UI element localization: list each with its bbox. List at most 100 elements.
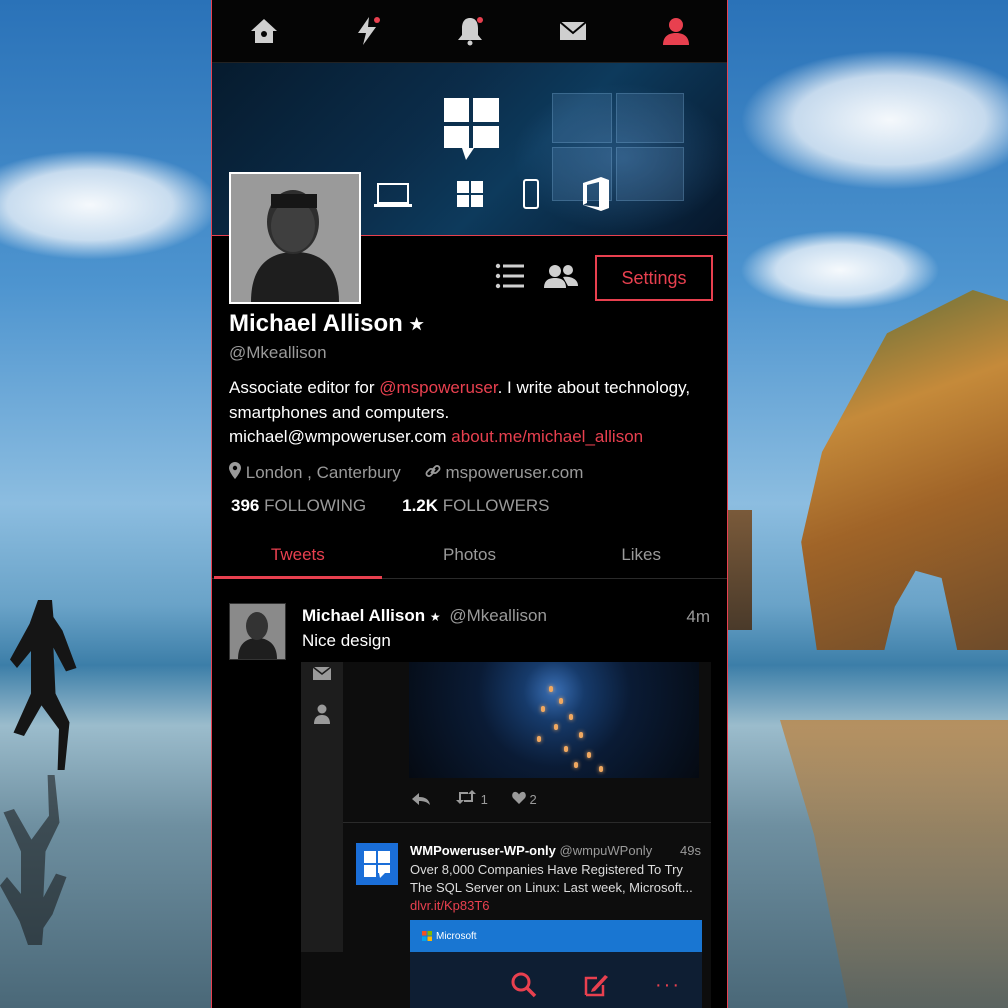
like-count: 2: [529, 791, 537, 807]
tweet-text: Nice design: [302, 631, 391, 650]
link-icon: [425, 464, 441, 477]
profile-bio: Associate editor for @mspoweruser. I wri…: [229, 376, 699, 450]
inner-tweet-link: dlvr.it/Kp83T6: [410, 898, 490, 913]
retweet-action: 1: [455, 790, 488, 807]
tweet-avatar[interactable]: [229, 603, 286, 660]
banner-window-pane: [616, 147, 684, 201]
lantern: [564, 746, 568, 752]
avatar-photo: [231, 174, 359, 302]
rock-reflection: [780, 720, 1008, 1008]
followers-count: 1.2K: [402, 496, 439, 515]
bio-email: michael@wmpoweruser.com: [229, 427, 447, 446]
cloud: [0, 150, 220, 260]
tweet-author-handle: @Mkeallison: [449, 606, 547, 625]
retweet-icon: [456, 790, 476, 804]
profile-meta: London , Canterbury mspoweruser.com: [229, 462, 583, 483]
retweet-count: 1: [480, 792, 488, 807]
followers-label: FOLLOWERS: [442, 496, 550, 515]
laptop-icon: [374, 183, 412, 207]
location-text: London , Canterbury: [245, 463, 401, 482]
tab-likes[interactable]: Likes: [555, 536, 727, 578]
profile-avatar[interactable]: [229, 172, 361, 304]
inner-author-handle: @wmpuWPonly: [559, 843, 653, 858]
profile-tabs: Tweets Photos Likes: [212, 536, 727, 579]
embedded-sidebar: [301, 662, 343, 952]
settings-button[interactable]: Settings: [595, 255, 713, 301]
compose-icon: [584, 975, 608, 997]
lantern: [554, 724, 558, 730]
tab-photos[interactable]: Photos: [384, 536, 556, 578]
sea-rock: [728, 510, 752, 630]
top-nav: [212, 0, 727, 63]
reply-icon: [412, 792, 430, 805]
more-icon: ···: [655, 973, 681, 996]
bio-text: Associate editor for: [229, 378, 380, 397]
tab-tweets[interactable]: Tweets: [212, 536, 384, 579]
tweet-author: Michael Allison ★ @Mkeallison: [302, 606, 547, 626]
card-brand: Microsoft: [436, 930, 477, 942]
lanterns-photo: [409, 662, 699, 778]
lantern: [537, 736, 541, 742]
windows-logo-icon: [457, 181, 483, 207]
search-icon: [511, 972, 537, 998]
nav-notifications[interactable]: [440, 1, 500, 61]
person-icon: [314, 704, 330, 724]
website[interactable]: mspoweruser.com: [425, 463, 583, 483]
star-icon: ★: [409, 316, 424, 334]
people-icon[interactable]: [543, 262, 579, 290]
profile-handle: @Mkeallison: [229, 343, 327, 362]
microsoft-logo-icon: [422, 931, 432, 941]
location-pin-icon: [229, 462, 241, 479]
windows-feedback-icon: [444, 98, 499, 160]
twitter-app-window: Settings Michael Allison ★ @Mkeallison A…: [211, 0, 728, 1008]
inner-author-name: WMPoweruser-WP-only: [410, 843, 556, 858]
star-icon: ★: [429, 610, 441, 624]
lantern: [574, 762, 578, 768]
inner-tweet-text: Over 8,000 Companies Have Registered To …: [410, 861, 702, 915]
profile-name: Michael Allison ★: [229, 310, 424, 338]
followers-stat[interactable]: 1.2K FOLLOWERS: [402, 496, 549, 516]
inner-tweet-time: 49s: [680, 843, 701, 858]
following-stat[interactable]: 396 FOLLOWING: [231, 496, 366, 516]
nav-home[interactable]: [234, 1, 294, 61]
bio-link[interactable]: about.me/michael_allison: [451, 427, 643, 446]
cloud: [740, 50, 1008, 190]
notification-badge: [373, 17, 380, 23]
lantern: [549, 686, 553, 692]
nav-moments[interactable]: [337, 1, 397, 61]
inner-card-header: Microsoft: [410, 920, 702, 952]
lantern: [569, 714, 573, 720]
following-label: FOLLOWING: [264, 496, 367, 515]
tweet-avatar-photo: [230, 604, 285, 659]
runner-reflection: [0, 775, 67, 945]
lantern: [599, 766, 603, 772]
banner-window-pane: [616, 93, 684, 143]
mail-icon: [558, 21, 587, 40]
profile-stats: 396 FOLLOWING 1.2K FOLLOWERS: [231, 496, 550, 516]
location: London , Canterbury: [229, 462, 401, 483]
bio-mention-link[interactable]: @mspoweruser: [379, 378, 497, 397]
office-icon: [583, 177, 609, 211]
tweet-image[interactable]: 1 2 WMPoweruser-WP-only @wmpuWPonly 49s …: [301, 662, 711, 1008]
inner-tweet-author: WMPoweruser-WP-only @wmpuWPonly: [410, 843, 652, 858]
like-action: 2: [512, 791, 537, 807]
inner-text-body: Over 8,000 Companies Have Registered To …: [410, 862, 693, 895]
lantern: [541, 706, 545, 712]
wmpu-logo-icon: [364, 851, 390, 878]
nav-profile[interactable]: [646, 1, 706, 61]
nav-messages[interactable]: [543, 1, 603, 61]
heart-icon: [512, 791, 526, 804]
mail-icon: [312, 666, 332, 680]
cloud: [740, 230, 940, 310]
tweet-author-name[interactable]: Michael Allison: [302, 606, 425, 625]
list-icon[interactable]: [495, 262, 525, 290]
profile-actions: [495, 262, 579, 290]
tweet-timestamp: 4m: [686, 607, 710, 626]
following-count: 396: [231, 496, 260, 515]
lantern: [587, 752, 591, 758]
embedded-tweet-actions: 1 2: [411, 790, 537, 807]
notification-badge: [476, 17, 483, 23]
inner-tweet-avatar: [356, 843, 398, 885]
embedded-divider: [343, 822, 711, 823]
profile-name-text: Michael Allison: [229, 310, 403, 337]
